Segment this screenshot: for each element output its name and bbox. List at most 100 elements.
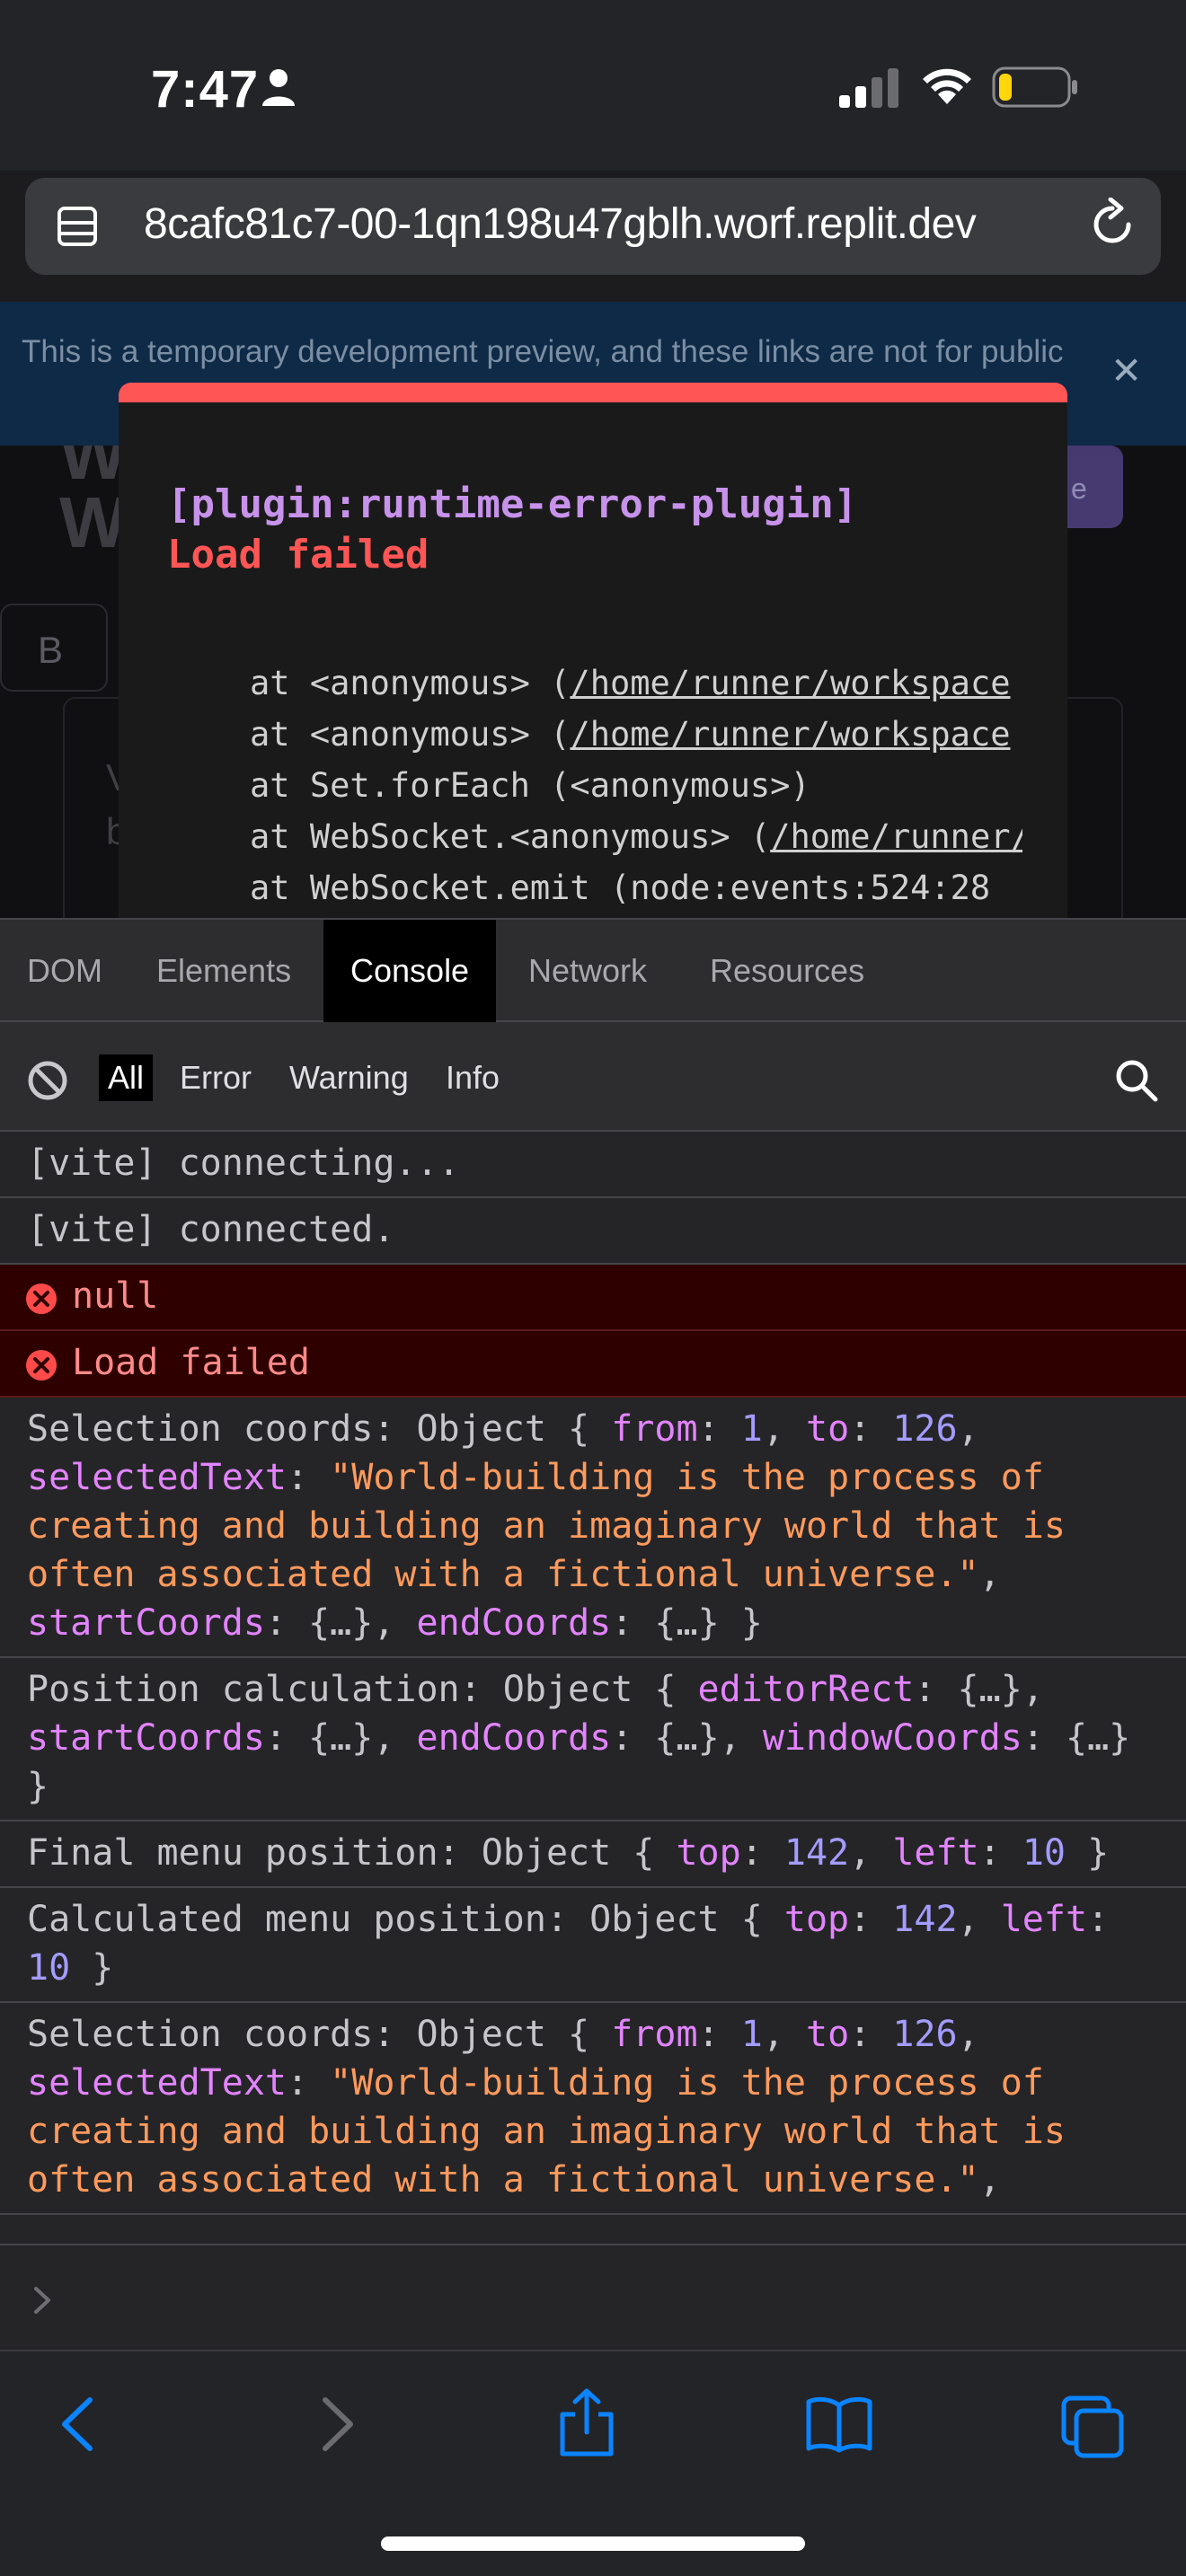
console-log: [vite] connecting... [vite] connected. nul… [0, 1132, 1186, 2244]
object-key: top [676, 1832, 741, 1874]
stack-trace: at <anonymous> (/home/runner/workspace at… [250, 657, 1022, 913]
object-key: selectedText [27, 2062, 287, 2104]
object-key: editorRect [697, 1669, 915, 1710]
object-key: from [611, 1408, 698, 1450]
console-message-label: Position calculation: Object { [27, 1669, 698, 1710]
tab-overview-icon[interactable] [56, 205, 102, 251]
stack-frame-text: at WebSocket.<anonymous> ( [250, 817, 771, 856]
stack-frame-text: at Set.forEach (<anonymous>) [250, 766, 810, 805]
filter-error[interactable]: Error [171, 1054, 261, 1101]
tab-resources[interactable]: Resources [683, 920, 891, 1022]
object-value: 1 [740, 2014, 763, 2055]
filter-warning[interactable]: Warning [280, 1054, 418, 1101]
wifi-icon [923, 68, 971, 104]
back-icon[interactable] [56, 2395, 101, 2454]
console-message-label: Final menu position: Object { [27, 1832, 677, 1874]
devtools-tabs: DOM Elements Console Network Resources [0, 918, 1186, 1022]
tab-dom[interactable]: DOM [0, 920, 129, 1022]
cellular-signal-icon [839, 68, 898, 108]
console-log-row: Position calculation: Object { editorRec… [0, 1658, 1186, 1822]
search-icon[interactable] [1114, 1058, 1159, 1103]
object-value: 126 [892, 2014, 958, 2055]
object-value: 10 [1022, 1832, 1066, 1874]
address-bar[interactable]: 8cafc81c7-00-1qn198u47gblh.worf.replit.d… [25, 178, 1161, 275]
console-error-row: null [0, 1265, 1186, 1331]
object-key: from [611, 2014, 698, 2055]
tabs-icon[interactable] [1060, 2395, 1125, 2459]
console-log-row: Selection coords: Object { from: 1, to: … [0, 1398, 1186, 1658]
object-key: endCoords [416, 1602, 612, 1644]
console-filter-bar: All Error Warning Info [0, 1022, 1186, 1132]
object-value: 1 [740, 1408, 763, 1450]
console-log-row: Final menu position: Object { top: 142, … [0, 1822, 1186, 1888]
console-error-row: Load failed [0, 1331, 1186, 1398]
status-bar: 7:47 [0, 0, 1186, 171]
bookmarks-icon[interactable] [805, 2395, 873, 2454]
object-close: } [1065, 1832, 1110, 1874]
object-key: left [892, 1832, 979, 1874]
error-message: Load failed [167, 532, 429, 578]
object-value: 142 [783, 1832, 850, 1874]
object-key: to [805, 1408, 850, 1450]
object-value: 142 [892, 1899, 958, 1940]
stack-frame-link[interactable]: /home/runner/workspace [570, 715, 1010, 754]
home-indicator [381, 2536, 805, 2551]
tab-elements[interactable]: Elements [129, 920, 318, 1022]
error-plugin: [plugin:runtime-error-plugin] [167, 481, 858, 527]
console-message-text: [vite] connecting... [27, 1142, 460, 1184]
object-close: } [719, 1602, 763, 1644]
error-icon [26, 1350, 57, 1381]
tab-console[interactable]: Console [323, 920, 497, 1022]
stack-frame-text: at <anonymous> ( [250, 664, 571, 702]
console-prompt[interactable] [0, 2244, 1186, 2350]
object-value[interactable]: {…} [654, 1602, 719, 1644]
error-icon [26, 1284, 57, 1314]
object-key: to [805, 2014, 850, 2055]
filter-all[interactable]: All [99, 1054, 154, 1101]
console-message-label: Selection coords: Object { [27, 2014, 612, 2055]
forward-icon[interactable] [314, 2395, 359, 2454]
object-key: top [783, 1899, 850, 1940]
object-key: startCoords [27, 1602, 265, 1644]
stack-frame: at Set.forEach (<anonymous>) [250, 760, 1022, 811]
url-text[interactable]: 8cafc81c7-00-1qn198u47gblh.worf.replit.d… [144, 199, 977, 249]
console-message-label: Selection coords: Object { [27, 1408, 612, 1450]
object-value[interactable]: {…} [958, 1669, 1022, 1710]
tab-network[interactable]: Network [501, 920, 674, 1022]
clear-console-icon[interactable] [27, 1060, 68, 1101]
stack-frame-text: at WebSocket.emit (node:events:524:28 [250, 869, 991, 907]
object-key: windowCoords [762, 1717, 1022, 1759]
object-key: endCoords [416, 1717, 612, 1759]
console-message-text: Load failed [72, 1342, 310, 1383]
filter-info[interactable]: Info [437, 1054, 509, 1101]
clock: 7:47 [151, 60, 260, 119]
object-value[interactable]: {…} [1066, 1717, 1130, 1759]
banner-text: This is a temporary development preview,… [22, 334, 1064, 369]
console-log-row: [vite] connected. [0, 1198, 1186, 1265]
object-key: left [1000, 1899, 1088, 1940]
object-value: 10 [27, 1947, 71, 1989]
object-value[interactable]: {…} [308, 1717, 373, 1759]
bold-button[interactable]: B [0, 604, 108, 692]
stack-frame-link[interactable]: /home/runner/workspace [570, 664, 1010, 702]
console-message-label: Calculated menu position: Object { [27, 1899, 784, 1940]
console-log-row: Calculated menu position: Object { top: … [0, 1888, 1186, 2003]
object-key: selectedText [27, 1457, 287, 1498]
stack-frame-link[interactable]: /home/runner/ [770, 817, 1022, 856]
battery-icon [992, 66, 1077, 108]
console-log-row: [vite] connecting... [0, 1132, 1186, 1198]
stack-frame: at WebSocket.emit (node:events:524:28 [250, 862, 1022, 913]
close-icon[interactable]: ✕ [1111, 348, 1142, 393]
object-value[interactable]: {…} [308, 1602, 373, 1644]
reload-icon[interactable] [1087, 198, 1137, 251]
object-key: startCoords [27, 1717, 265, 1759]
person-icon [262, 69, 295, 106]
object-close: } [27, 1766, 49, 1807]
share-icon[interactable] [557, 2387, 616, 2457]
stack-frame: at <anonymous> (/home/runner/workspace [250, 657, 1022, 709]
console-message-text: [vite] connected. [27, 1209, 395, 1250]
error-overlay: [plugin:runtime-error-plugin] Load faile… [119, 383, 1067, 918]
console-log-row: Selection coords: Object { from: 1, to: … [0, 2003, 1186, 2215]
stack-frame: at WebSocket.<anonymous> (/home/runner/ [250, 811, 1022, 862]
object-value[interactable]: {…} [654, 1717, 719, 1759]
